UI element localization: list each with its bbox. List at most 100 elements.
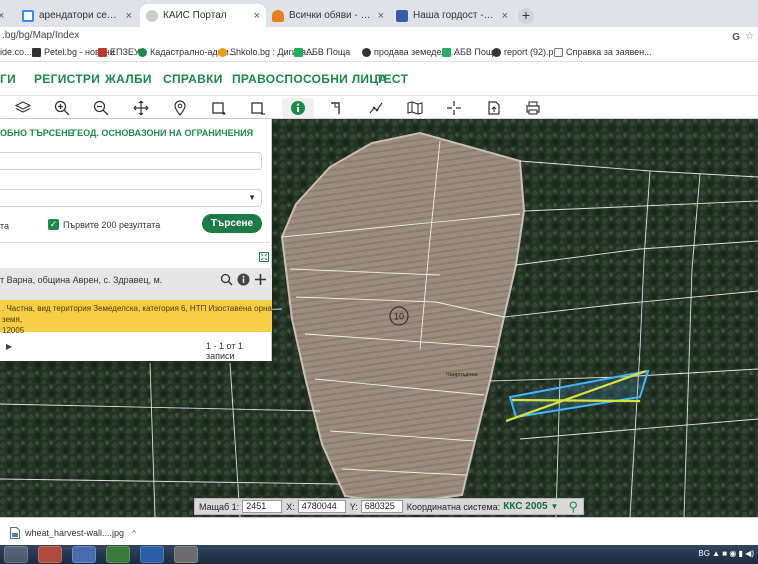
bookmark-label: АБВ Поща [306,47,351,57]
bookmark-label: report (92).pdf [504,47,562,57]
bookmark-star-icon[interactable]: ☆ [745,28,754,45]
search-icon[interactable]: ⚲ [568,499,578,515]
route-icon[interactable] [365,98,387,118]
download-item[interactable]: wheat_harvest-wall....jpg ^ [10,527,136,539]
close-icon[interactable]: × [126,10,132,22]
downloads-bar: wheat_harvest-wall....jpg ^ [0,517,758,545]
close-icon[interactable]: × [0,10,4,22]
expand-icon[interactable] [259,252,269,262]
bookmark-item[interactable]: АБВ Поща [294,47,350,57]
browser-tab[interactable]: × [0,4,16,27]
pager-prev-icon[interactable]: ▶ [6,342,12,351]
scale-input[interactable]: 2451 [242,500,283,513]
new-tab-button[interactable]: + [518,8,534,24]
bookmark-item[interactable]: report (92).pdf [492,47,561,57]
site-icon [146,9,158,22]
app-icon[interactable] [72,546,96,563]
option-label: та [0,221,10,231]
bookmark-label: Справка за заявен... [566,47,652,57]
app-navigation: ГИ РЕГИСТРИ ЖАЛБИ СПРАВКИ ПРАВОСПОСОБНИ … [0,63,758,95]
search-icon[interactable] [220,273,233,286]
coordinate-system-select[interactable]: ККС 2005 [503,501,547,512]
dropdown-arrow-icon[interactable]: ▼ [551,502,559,511]
image-file-icon [10,527,20,539]
taskbar: BG ▲ ■ ◉ ▮ ◀) [0,545,758,564]
search-button[interactable]: Търсене [202,214,262,233]
browser-tab[interactable]: Наша гордост - 2024 - 2025 год × [390,4,514,27]
map-toolbar [0,95,758,119]
tab-label: арендатори село болярци - Goo [39,10,120,21]
measure-angle-icon[interactable] [326,98,348,118]
location-pin-icon[interactable] [169,98,191,118]
tab-geodetic[interactable]: ГЕОД. ОСНОВА [72,128,141,138]
bookmark-icon [138,47,147,57]
bookmark-icon [98,47,107,57]
first-200-label[interactable]: Първите 200 резултата [63,220,160,230]
parcel-number: 10 [394,312,404,322]
info-icon[interactable] [282,98,314,118]
close-icon[interactable]: × [378,10,384,22]
browser-tab[interactable]: Всички обяви - с. Болярци, общ × [266,4,390,27]
x-label: X: [286,501,295,512]
select-rect-minus-icon[interactable] [247,98,269,118]
result-detail[interactable]: . Частна, вид територия Земеделска, кате… [0,300,272,335]
chevron-up-icon[interactable]: ^ [132,529,136,538]
system-tray[interactable]: BG ▲ ■ ◉ ▮ ◀) [698,549,754,558]
word-icon[interactable] [140,546,164,563]
locality-label: Чаирпъдчеа [446,372,478,378]
tab-restriction-zones[interactable]: ЗОНИ НА ОГРАНИЧЕНИЯ [141,128,253,138]
export-icon[interactable] [483,98,505,118]
result-row[interactable]: т Варна, община Аврен, с. Здравец, м. [0,268,272,300]
bookmark-icon [218,47,227,57]
zoom-out-icon[interactable] [90,98,112,118]
layers-icon[interactable] [12,98,34,118]
pan-icon[interactable] [130,98,152,118]
map-book-icon[interactable] [404,98,426,118]
info-icon[interactable] [237,273,250,286]
result-address: т Варна, община Аврен, с. Здравец, м. [0,275,163,285]
close-icon[interactable]: × [502,10,508,22]
url-text[interactable]: .bg/bg/Map/Index [2,30,79,41]
language-indicator[interactable]: BG [698,549,710,558]
bookmark-item[interactable]: АБВ Поща [442,47,498,57]
site-icon [272,9,284,22]
result-detail-line: . Частна, вид територия Земеделска, кате… [2,304,272,324]
nav-licensed-persons[interactable]: ПРАВОСПОСОБНИ ЛИЦА [232,72,387,86]
browser-tab-active[interactable]: КАИС Портал × [140,4,266,27]
coordinate-bar: Мащаб 1: 2451 X: 4780044 Y: 680325 Коорд… [194,498,584,515]
close-icon[interactable]: × [254,10,260,22]
app-icon[interactable] [38,546,62,563]
nav-item[interactable]: ГИ [0,72,16,86]
bookmark-item[interactable]: Справка за заявен... [554,47,652,57]
tab-label: Всички обяви - с. Болярци, общ [289,10,372,21]
bookmark-item[interactable]: ЕПЗЕУ [98,47,140,57]
tab-label: КАИС Портал [163,10,227,21]
app-icon[interactable] [174,546,198,563]
crosshair-icon[interactable] [443,98,465,118]
bookmarks-bar: ide.co... Petel.bg - новини ЕПЗЕУ Кадаст… [0,44,758,62]
app-icon[interactable] [4,546,28,563]
print-icon[interactable] [522,98,544,118]
select-rect-icon[interactable] [208,98,230,118]
document-icon [554,47,563,57]
house-icon [294,47,303,57]
system-label: Координатна система: [406,501,501,512]
download-filename: wheat_harvest-wall....jpg [25,528,125,538]
tab-search[interactable]: ОБНО ТЪРСЕНЕ [0,128,74,138]
bookmark-label: ide.co... [0,47,32,57]
nav-test[interactable]: ТЕСТ [376,72,408,86]
nav-reports[interactable]: СПРАВКИ [163,72,223,86]
search-select[interactable]: ▼ [0,189,262,207]
nav-registers[interactable]: РЕГИСТРИ [34,72,100,86]
globe-icon [492,47,501,57]
add-icon[interactable] [254,273,267,286]
nav-complaints[interactable]: ЖАЛБИ [105,72,152,86]
app-icon[interactable] [106,546,130,563]
first-200-checkbox[interactable]: ✓ [48,219,59,230]
zoom-in-icon[interactable] [51,98,73,118]
browser-tab-strip: × арендатори село болярци - Goo × КАИС П… [0,0,758,27]
search-input[interactable] [0,152,262,170]
browser-tab[interactable]: арендатори село болярци - Goo × [16,4,138,27]
address-bar[interactable]: .bg/bg/Map/Index G ☆ [0,27,758,44]
bookmark-item[interactable]: ide.co... [0,47,32,57]
